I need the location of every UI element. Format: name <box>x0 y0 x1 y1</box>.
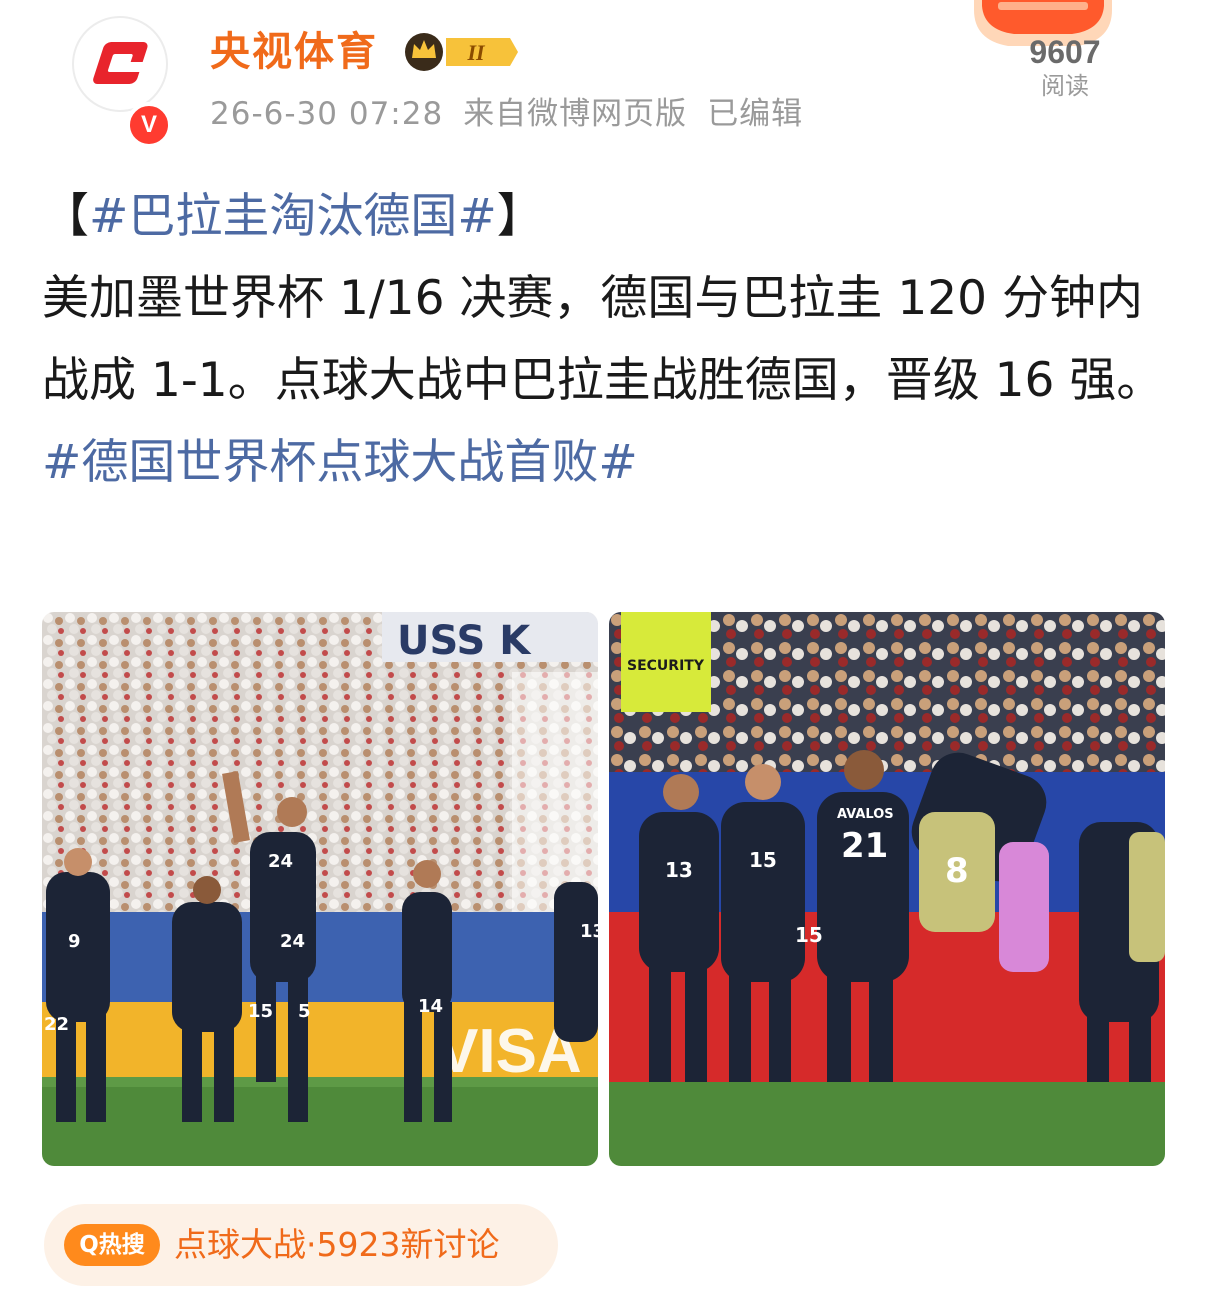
avatar[interactable] <box>72 16 168 112</box>
post-source[interactable]: 来自微博网页版 <box>463 96 687 132</box>
photo2-jersey-number-15-b: 15 <box>795 923 823 947</box>
security-vest-text: SECURITY <box>627 658 705 674</box>
hot-search-tag: Q热搜 <box>64 1224 160 1266</box>
hot-search-pill[interactable]: Q热搜 点球大战·5923新讨论 <box>44 1204 558 1286</box>
verified-badge-icon: V <box>126 102 172 148</box>
hot-search-text: 点球大战·5923新讨论 <box>174 1225 500 1264</box>
username[interactable]: 央视体育 <box>210 28 378 76</box>
rank-level: II <box>466 40 486 65</box>
jersey-number-9: 9 <box>68 931 81 952</box>
post-meta: 26-6-30 07:28 来自微博网页版 已编辑 <box>210 94 823 134</box>
bracket-close: 】 <box>496 189 544 244</box>
photo-2-image: SECURITY 13 15 21 15 8 AVALOS <box>609 612 1165 1166</box>
jersey-number-13: 13 <box>580 921 598 942</box>
edited-label[interactable]: 已编辑 <box>707 96 803 132</box>
post-timestamp: 26-6-30 07:28 <box>210 96 444 132</box>
jersey-number-5: 5 <box>298 1001 311 1022</box>
crown-rank-badge-icon: II <box>405 33 518 71</box>
photo-1-image: USS K VISA 9 24 24 15 5 14 1 22 <box>42 612 598 1166</box>
cctv-sports-logo-icon <box>93 42 148 84</box>
read-count: 9607 <box>1029 34 1101 70</box>
title-hashtag-link[interactable]: #巴拉圭淘汰德国# <box>89 189 497 244</box>
jersey-number-24-a: 24 <box>268 851 293 872</box>
photo2-vest-number-8: 8 <box>945 851 969 891</box>
stadium-board-text: USS K <box>397 618 532 664</box>
photo2-jersey-number-21: 21 <box>841 826 888 866</box>
jersey-number-15: 15 <box>248 1001 273 1022</box>
photo2-jersey-number-13: 13 <box>665 858 693 882</box>
jersey-number-22: 22 <box>44 1014 69 1035</box>
post-content: 【#巴拉圭淘汰德国#】美加墨世界杯 1/16 决赛，德国与巴拉圭 120 分钟内… <box>42 176 1172 504</box>
tail-hashtag-link[interactable]: #德国世界杯点球大战首败# <box>42 435 638 490</box>
jersey-number-14: 14 <box>418 996 443 1017</box>
read-label: 阅读 <box>1041 72 1089 100</box>
post-photo-2[interactable]: SECURITY 13 15 21 15 8 AVALOS <box>609 612 1165 1166</box>
bracket-open: 【 <box>42 189 89 244</box>
post-body: 美加墨世界杯 1/16 决赛，德国与巴拉圭 120 分钟内战成 1-1。点球大战… <box>42 271 1164 408</box>
photo2-player-name: AVALOS <box>837 807 894 822</box>
post-photo-1[interactable]: USS K VISA 9 24 24 15 5 14 1 22 <box>42 612 598 1166</box>
photo2-jersey-number-15-a: 15 <box>749 848 777 872</box>
jersey-number-24-b: 24 <box>280 931 305 952</box>
